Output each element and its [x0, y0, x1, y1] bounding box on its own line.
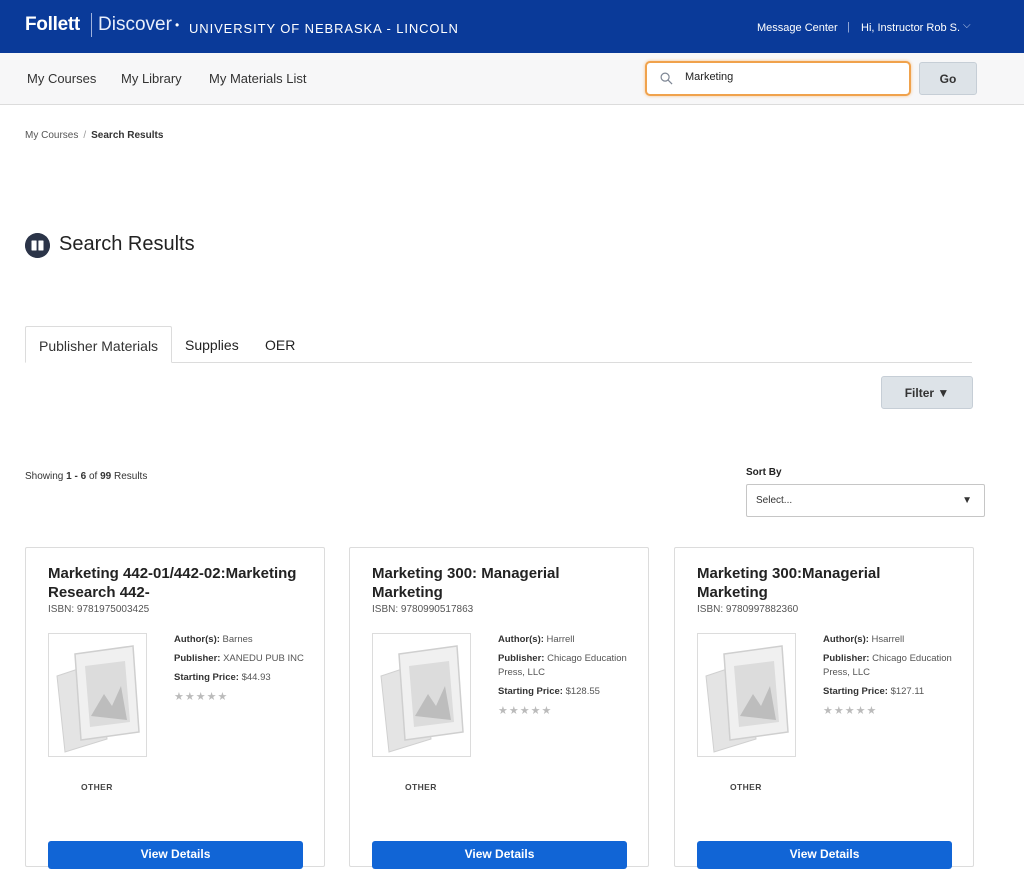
filter-button[interactable]: Filter ▼ [881, 376, 973, 409]
header-dot: • [175, 18, 180, 32]
chevron-down-icon[interactable]: ⌵ [963, 20, 971, 31]
logo-divider [91, 13, 92, 37]
nav-my-courses[interactable]: My Courses [27, 71, 96, 86]
card-title[interactable]: Marketing 300:Managerial Marketing [697, 564, 947, 602]
author-value: Harrell [546, 634, 575, 645]
result-card: Marketing 300:Managerial Marketing ISBN:… [674, 547, 974, 869]
book-cover-placeholder[interactable] [48, 633, 147, 757]
results-prefix: Showing [25, 471, 64, 482]
breadcrumb-current: Search Results [91, 130, 164, 141]
results-range: 1 - 6 [66, 471, 87, 482]
price-value: $128.55 [565, 686, 600, 697]
results-total: 99 [100, 471, 112, 482]
publisher-label: Publisher: [498, 653, 545, 664]
discover-logo[interactable]: Discover [98, 14, 172, 36]
results-of: of [88, 471, 98, 482]
image-placeholder-icon [56, 645, 140, 753]
results-suffix: Results [113, 471, 148, 482]
image-placeholder-icon [380, 645, 464, 753]
card-info: Author(s): Harrell Publisher: Chicago Ed… [498, 633, 628, 718]
search-icon [660, 72, 673, 85]
view-details-button[interactable]: View Details [372, 841, 627, 869]
follett-logo[interactable]: Follett [25, 14, 80, 36]
card-title[interactable]: Marketing 300: Managerial Marketing [372, 564, 622, 602]
publisher-label: Publisher: [174, 653, 221, 664]
publisher-value: XANEDU PUB INC [223, 653, 304, 664]
caret-down-icon: ▼ [962, 495, 972, 506]
image-placeholder-icon [705, 645, 789, 753]
breadcrumb-my-courses[interactable]: My Courses [25, 130, 78, 141]
school-name: UNIVERSITY OF NEBRASKA - LINCOLN [189, 21, 459, 36]
author-value: Hsarrell [871, 634, 905, 645]
card-isbn: ISBN: 9780997882360 [697, 604, 799, 615]
book-icon [25, 233, 50, 258]
card-info: Author(s): Hsarrell Publisher: Chicago E… [823, 633, 953, 718]
search-box[interactable] [645, 61, 911, 96]
rating-stars-icon: ★★★★★ [823, 705, 878, 717]
go-button[interactable]: Go [919, 62, 977, 95]
price-value: $127.11 [890, 686, 925, 697]
sort-by-label: Sort By [746, 467, 782, 478]
publisher-label: Publisher: [823, 653, 870, 664]
top-header: Follett Discover • UNIVERSITY OF NEBRASK… [0, 0, 1024, 53]
card-info: Author(s): Barnes Publisher: XANEDU PUB … [174, 633, 304, 704]
nav-my-materials-list[interactable]: My Materials List [209, 71, 307, 86]
tab-publisher-materials[interactable]: Publisher Materials [25, 326, 173, 363]
sort-select-value: Select... [756, 495, 793, 506]
card-isbn: ISBN: 9780990517863 [372, 604, 474, 615]
breadcrumb-separator: / [83, 130, 87, 141]
price-label: Starting Price: [823, 686, 888, 697]
view-details-button[interactable]: View Details [48, 841, 303, 869]
breadcrumb: My Courses / Search Results [25, 130, 163, 141]
rating-stars-icon: ★★★★★ [498, 705, 553, 717]
author-value: Barnes [222, 634, 253, 645]
material-type: OTHER [81, 782, 113, 792]
price-label: Starting Price: [174, 672, 239, 683]
view-details-button[interactable]: View Details [697, 841, 952, 869]
message-center-link[interactable]: Message Center [757, 22, 838, 34]
price-label: Starting Price: [498, 686, 563, 697]
user-menu[interactable]: Hi, Instructor Rob S. [861, 22, 960, 34]
author-label: Author(s): [823, 634, 869, 645]
author-label: Author(s): [174, 634, 220, 645]
card-title[interactable]: Marketing 442-01/442-02:Marketing Resear… [48, 564, 298, 602]
nav-my-library[interactable]: My Library [121, 71, 182, 86]
book-cover-placeholder[interactable] [697, 633, 796, 757]
header-separator: | [847, 21, 850, 33]
page-title: Search Results [59, 233, 195, 255]
main-nav: My Courses My Library My Materials List … [0, 53, 1024, 105]
price-value: $44.93 [241, 672, 271, 683]
tab-oer[interactable]: OER [252, 326, 308, 363]
material-type: OTHER [405, 782, 437, 792]
rating-stars-icon: ★★★★★ [174, 691, 229, 703]
material-type: OTHER [730, 782, 762, 792]
tab-supplies[interactable]: Supplies [172, 326, 252, 363]
result-card: Marketing 300: Managerial Marketing ISBN… [349, 547, 649, 869]
author-label: Author(s): [498, 634, 544, 645]
result-card: Marketing 442-01/442-02:Marketing Resear… [25, 547, 325, 869]
search-input[interactable] [685, 71, 900, 83]
sort-select[interactable]: Select... ▼ [746, 484, 985, 517]
card-isbn: ISBN: 9781975003425 [48, 604, 150, 615]
book-cover-placeholder[interactable] [372, 633, 471, 757]
results-count: Showing 1 - 6 of 99 Results [25, 471, 147, 482]
